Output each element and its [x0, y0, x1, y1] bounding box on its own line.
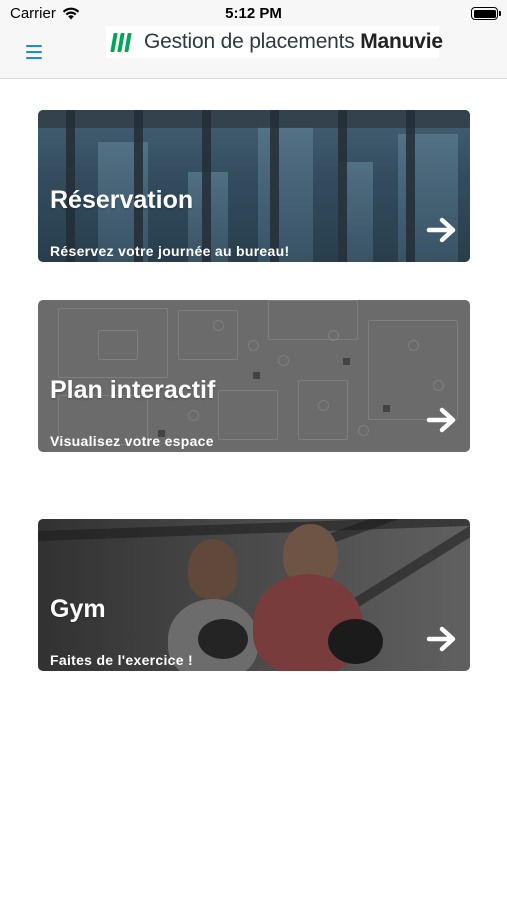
logo-text-main: Gestion de placements — [144, 30, 355, 53]
reservation-title: Réservation — [50, 186, 194, 214]
gym-subtitle: Faites de l'exercice ! — [50, 652, 194, 668]
logo-text: Gestion de placements Manuvie — [144, 30, 443, 54]
arrow-right-icon[interactable] — [426, 406, 458, 434]
manuvie-mark-icon — [110, 32, 132, 52]
nav-bar: Gestion de placements Manuvie — [0, 26, 507, 79]
interactive-plan-subtitle: Visualisez votre espace — [50, 433, 214, 449]
arrow-right-icon[interactable] — [426, 216, 458, 244]
reservation-card[interactable]: Réservation Réservez votre journée au bu… — [38, 110, 470, 262]
interactive-plan-card[interactable]: Plan interactif Visualisez votre espace — [38, 300, 470, 452]
logo-text-brand: Manuvie — [360, 30, 443, 53]
battery-icon — [471, 7, 501, 20]
status-bar: Carrier 5:12 PM — [0, 0, 507, 26]
hamburger-menu-icon[interactable] — [26, 45, 42, 59]
gym-title: Gym — [50, 595, 106, 623]
reservation-subtitle: Réservez votre journée au bureau! — [50, 243, 290, 259]
interactive-plan-title: Plan interactif — [50, 376, 216, 404]
gym-card[interactable]: Gym Faites de l'exercice ! — [38, 519, 470, 671]
status-time: 5:12 PM — [225, 5, 282, 22]
manuvie-logo: Gestion de placements Manuvie — [106, 26, 443, 58]
arrow-right-icon[interactable] — [426, 625, 458, 653]
